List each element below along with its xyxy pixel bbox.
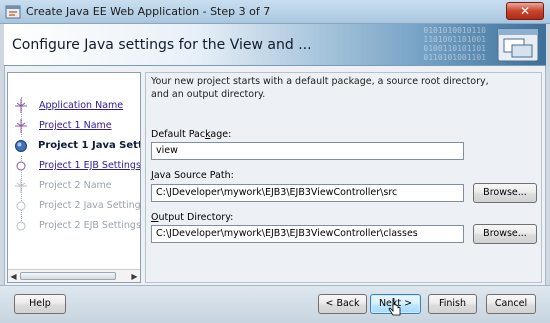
finish-button[interactable]: Finish <box>428 294 477 314</box>
button-bar: Help < Back Next > Finish Cancel <box>0 285 550 323</box>
close-icon: ✕ <box>519 4 531 18</box>
nav-horizontal-scrollbar[interactable]: ◀ ▶ <box>8 269 140 282</box>
cancel-button[interactable]: Cancel <box>486 294 536 314</box>
nav-step-project-1-name[interactable]: Project 1 Name <box>8 117 140 135</box>
wizard-header: Configure Java settings for the View and… <box>4 24 546 66</box>
step-disabled-icon <box>16 221 26 231</box>
nav-step-label: Project 1 EJB Settings <box>39 160 140 171</box>
title-bar: Create Java EE Web Application - Step 3 … <box>0 0 550 24</box>
nav-step-project-2-java-settings: Project 2 Java Settings <box>8 197 140 215</box>
wizard-body: Application Name Project 1 Name Project … <box>4 66 546 285</box>
scrollbar-thumb[interactable] <box>20 272 116 280</box>
step-disabled-icon <box>15 179 27 193</box>
nav-step-label: Application Name <box>39 100 124 111</box>
close-button[interactable]: ✕ <box>506 2 544 20</box>
nav-step-label: Project 1 Name <box>39 120 112 131</box>
step-done-icon <box>15 119 27 133</box>
nav-step-project-1-ejb-settings[interactable]: Project 1 EJB Settings <box>8 157 140 175</box>
window-title: Create Java EE Web Application - Step 3 … <box>26 5 271 18</box>
browse-output-button[interactable]: Browse... <box>473 224 537 244</box>
settings-panel: Your new project starts with a default p… <box>145 72 542 283</box>
wizard-steps-nav: Application Name Project 1 Name Project … <box>7 72 141 283</box>
help-button[interactable]: Help <box>14 294 66 314</box>
nav-step-project-2-name: Project 2 Name <box>8 177 140 195</box>
nav-step-label: Project 2 EJB Settings <box>39 220 140 231</box>
java-app-icon <box>5 5 21 19</box>
nav-step-project-1-java-settings[interactable]: Project 1 Java Settings <box>8 137 140 155</box>
scroll-right-icon[interactable]: ▶ <box>130 272 139 281</box>
nav-step-application-name[interactable]: Application Name <box>8 97 140 115</box>
java-source-path-label: Java Source Path: <box>151 170 234 181</box>
description-text: Your new project starts with a default p… <box>151 76 489 100</box>
default-package-label: Default Package: <box>151 129 232 140</box>
nav-step-project-2-ejb-settings: Project 2 EJB Settings <box>8 217 140 235</box>
output-directory-label: Output Directory: <box>151 212 234 223</box>
page-heading: Configure Java settings for the View and… <box>12 37 312 53</box>
window-settings-icon <box>497 28 539 62</box>
current-step-icon <box>15 140 27 152</box>
nav-step-label: Project 1 Java Settings <box>38 140 140 151</box>
step-pending-icon <box>16 161 26 171</box>
default-package-input[interactable]: view <box>151 142 464 160</box>
step-disabled-icon <box>16 201 26 211</box>
output-directory-input[interactable]: C:\JDeveloper\mywork\EJB3\EJB3ViewContro… <box>151 225 464 243</box>
browse-source-button[interactable]: Browse... <box>473 183 537 203</box>
step-done-icon <box>15 99 27 113</box>
back-button[interactable]: < Back <box>318 294 367 314</box>
nav-step-label: Project 2 Java Settings <box>39 200 140 211</box>
java-source-path-input[interactable]: C:\JDeveloper\mywork\EJB3\EJB3ViewContro… <box>151 184 464 202</box>
nav-step-label: Project 2 Name <box>39 180 112 191</box>
binary-decoration: 0101010010110 1101001101001 010011010110… <box>423 26 486 62</box>
scroll-left-icon[interactable]: ◀ <box>9 272 18 281</box>
mouse-pointer-icon <box>388 298 401 316</box>
